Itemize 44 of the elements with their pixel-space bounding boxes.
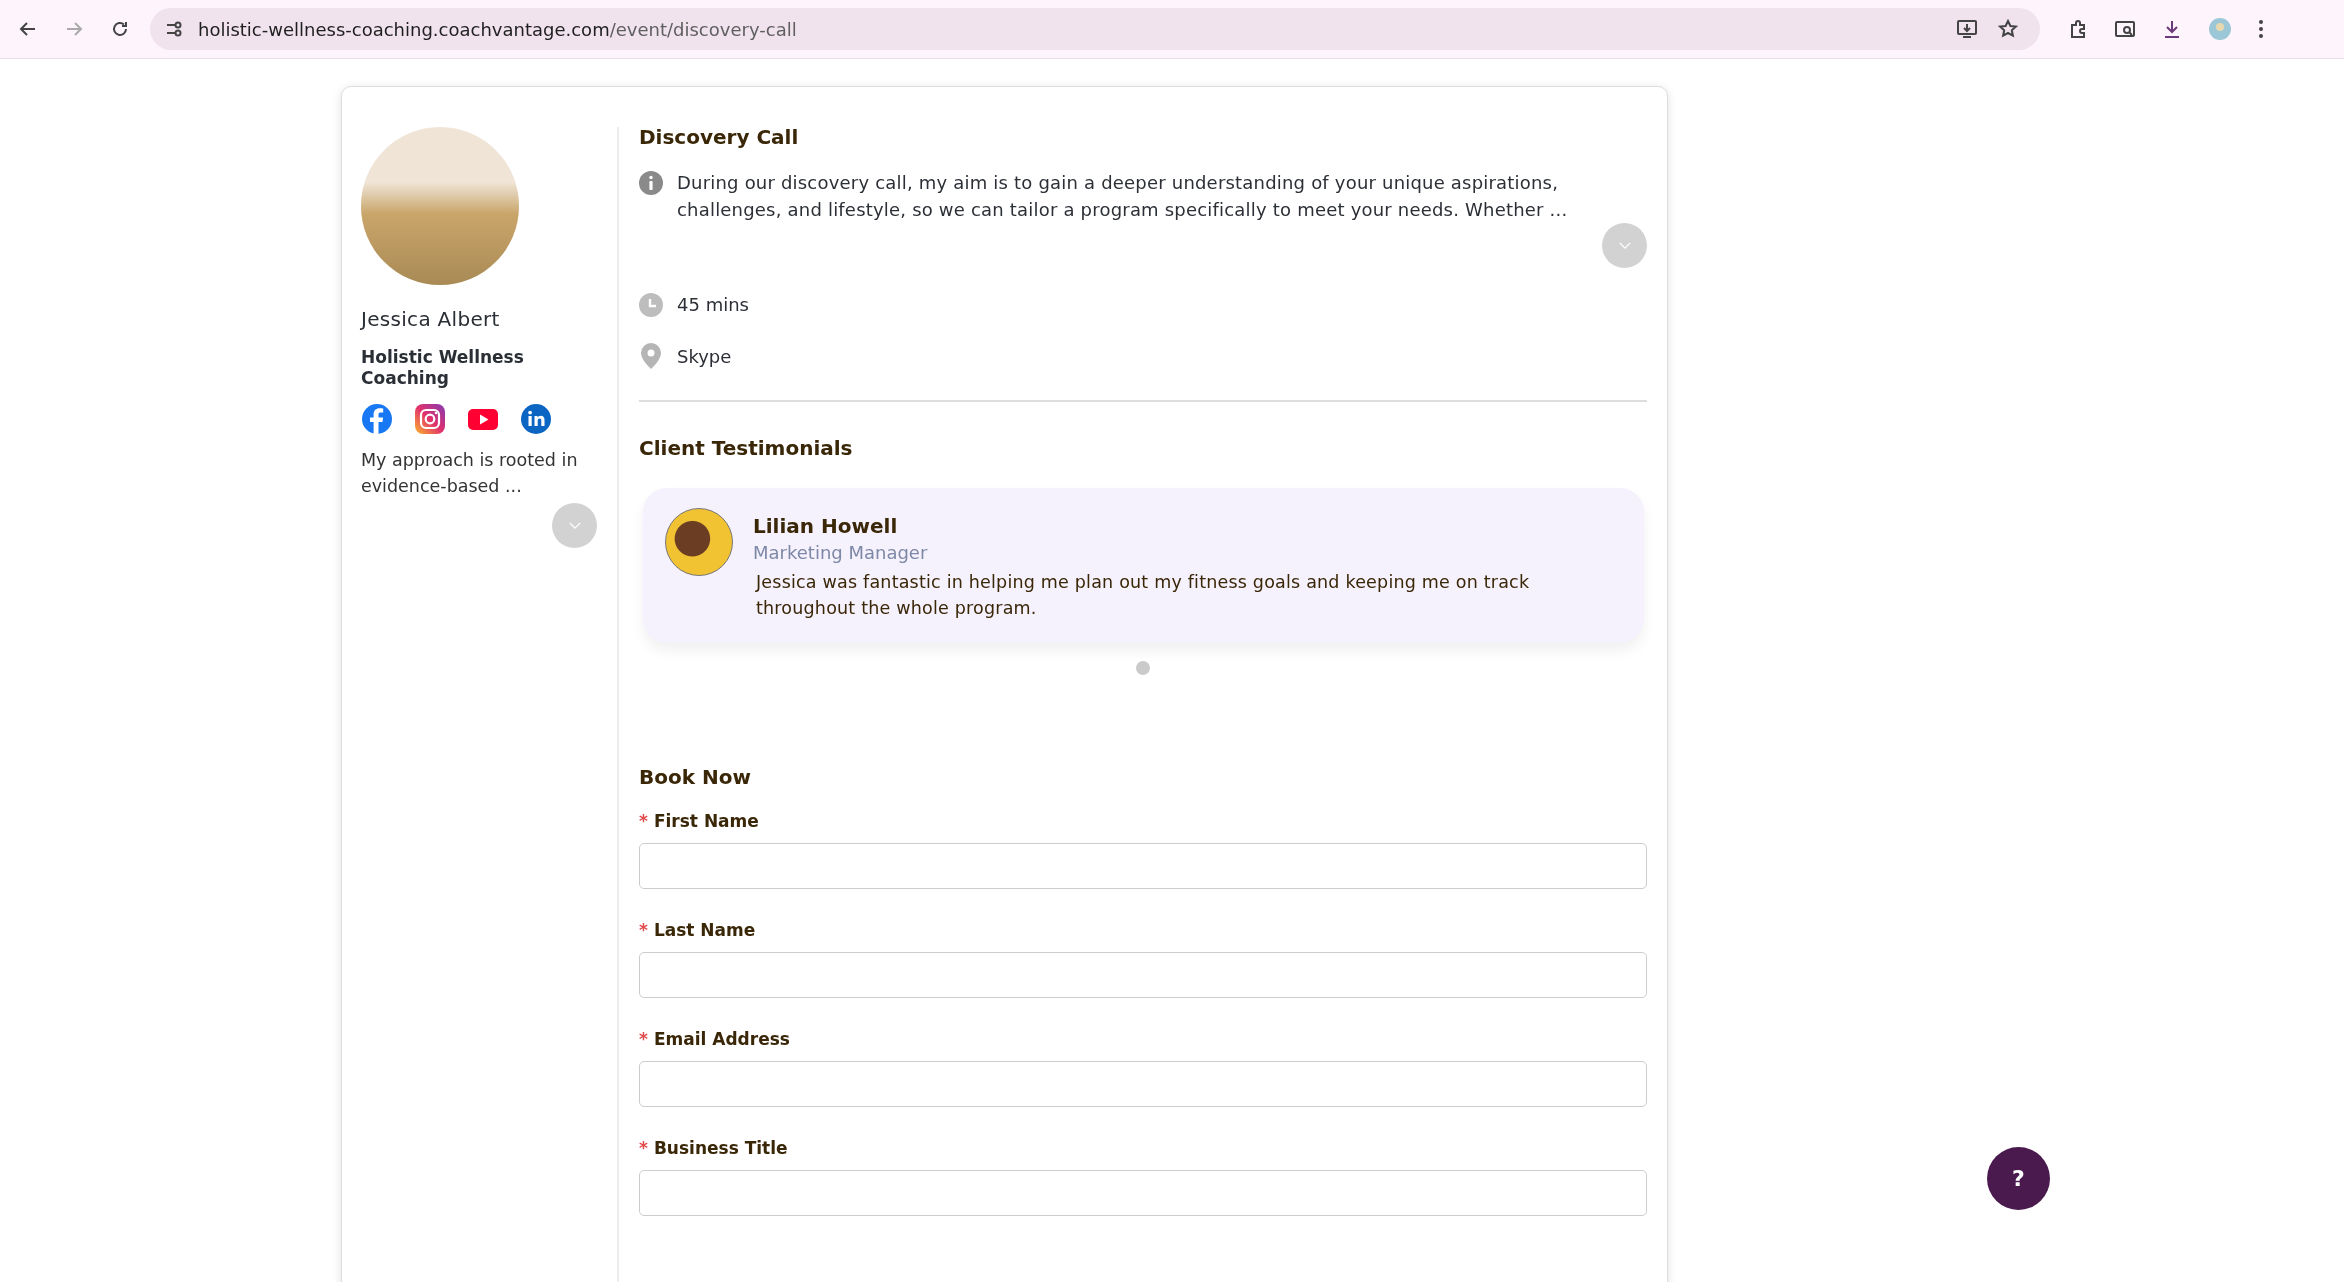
- reviewer-role: Marketing Manager: [753, 542, 929, 563]
- facebook-icon[interactable]: [361, 403, 393, 435]
- input-field[interactable]: [639, 952, 1647, 998]
- location-pin-icon: [641, 343, 661, 369]
- required-marker: *: [639, 1138, 648, 1158]
- event-title: Discovery Call: [639, 125, 800, 149]
- required-marker: *: [639, 920, 648, 940]
- url-text[interactable]: holistic-wellness-coaching.coachvantage.com/event/discovery-call: [198, 18, 797, 40]
- tab-search-icon[interactable]: [2114, 19, 2136, 39]
- business-name: Holistic Wellness Coaching: [361, 347, 525, 389]
- help-button[interactable]: ?: [1987, 1147, 2050, 1210]
- linkedin-icon[interactable]: [520, 403, 552, 435]
- star-icon[interactable]: [1998, 19, 2018, 39]
- carousel-dot[interactable]: [1136, 661, 1150, 675]
- input-field[interactable]: [639, 1061, 1647, 1107]
- input-field[interactable]: [639, 1170, 1647, 1216]
- download-icon[interactable]: [2162, 19, 2182, 39]
- clock-icon: [639, 293, 663, 317]
- field-label: First Name: [653, 811, 759, 831]
- site-settings-icon[interactable]: [164, 19, 184, 39]
- section-title: Client Testimonials: [639, 436, 854, 460]
- required-marker: *: [639, 1029, 648, 1049]
- chevron-down-icon: [1617, 241, 1632, 250]
- location-text: Skype: [677, 345, 732, 367]
- bio-text: My approach is rooted in evidence-based ...: [361, 449, 579, 498]
- chevron-down-icon: [567, 521, 582, 530]
- reviewer-name: Lilian Howell: [753, 514, 899, 538]
- info-icon: [639, 171, 663, 195]
- section-title: Book Now: [639, 765, 752, 789]
- testimonial-quote: Jessica was fantastic in helping me plan out my fitness goals and keeping me on track throughout the whole program.: [754, 571, 1531, 620]
- field-label: Email Address: [653, 1029, 790, 1049]
- address-bar[interactable]: holistic-wellness-coaching.coachvantage.com/event/discovery-call: [150, 8, 2040, 50]
- extensions-icon[interactable]: [2068, 19, 2088, 39]
- input-field[interactable]: [639, 843, 1647, 889]
- install-app-icon[interactable]: [1956, 19, 1978, 39]
- instagram-icon[interactable]: [414, 403, 446, 435]
- event-description: During our discovery call, my aim is to gain a deeper understanding of your unique aspirations, challenges, and lifestyle, so we can tailor a program specifically to meet your needs. Whether ...: [677, 171, 1569, 222]
- more-menu-icon[interactable]: [2258, 19, 2264, 39]
- coach-name: Jessica Albert: [361, 307, 501, 331]
- reload-icon[interactable]: [110, 19, 130, 39]
- required-marker: *: [639, 811, 648, 831]
- field-label: Business Title: [653, 1138, 788, 1158]
- field-label: Last Name: [653, 920, 756, 940]
- duration-text: 45 mins: [677, 293, 749, 315]
